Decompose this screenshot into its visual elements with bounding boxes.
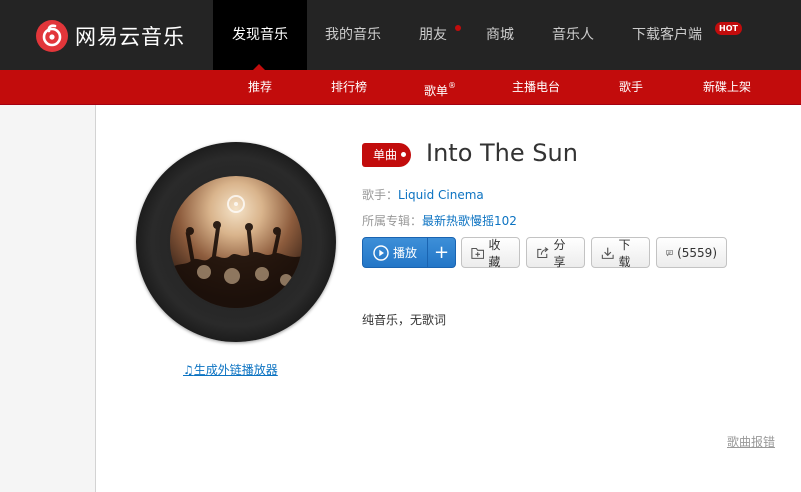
subnav-new-albums[interactable]: 新碟上架	[697, 70, 757, 105]
subnav-playlists[interactable]: 歌单®	[420, 70, 460, 105]
comment-icon	[666, 249, 673, 256]
song-title: Into The Sun	[426, 139, 578, 167]
download-button[interactable]: 下载	[591, 237, 650, 269]
add-to-playlist-button[interactable]: +	[428, 238, 455, 267]
collect-button[interactable]: 收藏	[461, 237, 520, 269]
single-tag: 单曲	[362, 143, 412, 167]
registered-mark: ®	[448, 81, 456, 90]
netease-logo-icon	[36, 20, 68, 52]
play-button[interactable]: 播放	[363, 238, 428, 267]
album-link[interactable]: 最新热歌慢摇102	[422, 214, 517, 228]
download-icon	[601, 247, 614, 259]
generate-player-link[interactable]: ♫生成外链播放器	[183, 361, 278, 378]
comment-count: (5559)	[677, 245, 717, 260]
report-song-error-link[interactable]: 歌曲报错	[727, 433, 775, 450]
comments-button[interactable]: (5559)	[656, 237, 727, 268]
album-row: 所属专辑：最新热歌慢摇102	[362, 212, 517, 229]
artist-link[interactable]: Liquid Cinema	[398, 188, 484, 202]
nav-download-client[interactable]: 下载客户端	[624, 0, 710, 70]
subnav-radio[interactable]: 主播电台	[506, 70, 566, 105]
nav-store[interactable]: 商城	[477, 0, 523, 70]
music-note-icon: ♫	[183, 363, 194, 377]
nav-my-music[interactable]: 我的音乐	[316, 0, 390, 70]
share-button[interactable]: 分享	[526, 237, 585, 269]
collect-label: 收藏	[488, 237, 501, 269]
album-cover-image	[170, 176, 302, 308]
nav-discover-music[interactable]: 发现音乐	[213, 0, 307, 70]
artist-label: 歌手：	[362, 188, 399, 202]
friends-notification-dot	[455, 25, 461, 31]
play-button-group: 播放 +	[362, 237, 456, 268]
share-icon	[537, 246, 549, 258]
album-label: 所属专辑：	[362, 214, 423, 228]
site-name: 网易云音乐	[75, 25, 185, 49]
hot-badge: HOT	[715, 22, 742, 35]
site-logo[interactable]: 网易云音乐	[36, 20, 185, 52]
generate-player-label: 生成外链播放器	[193, 363, 278, 377]
sub-navigation: 推荐 排行榜 歌单® 主播电台 歌手 新碟上架	[0, 70, 801, 105]
subnav-charts[interactable]: 排行榜	[324, 70, 374, 105]
download-label: 下载	[618, 237, 631, 269]
top-navigation: 网易云音乐 发现音乐 我的音乐 朋友 商城 音乐人 下载客户端 HOT	[0, 0, 801, 70]
subnav-artists[interactable]: 歌手	[612, 70, 650, 105]
folder-add-icon	[471, 247, 485, 259]
nav-friends[interactable]: 朋友	[410, 0, 456, 70]
play-label: 播放	[392, 246, 417, 260]
left-gutter	[0, 105, 96, 492]
subnav-playlists-label: 歌单	[423, 84, 448, 98]
share-label: 分享	[553, 237, 566, 269]
lyric-note: 纯音乐，无歌词	[362, 313, 447, 327]
subnav-recommend[interactable]: 推荐	[236, 70, 284, 105]
nav-musician[interactable]: 音乐人	[543, 0, 603, 70]
play-icon	[373, 244, 389, 261]
artist-row: 歌手：Liquid Cinema	[362, 186, 484, 203]
